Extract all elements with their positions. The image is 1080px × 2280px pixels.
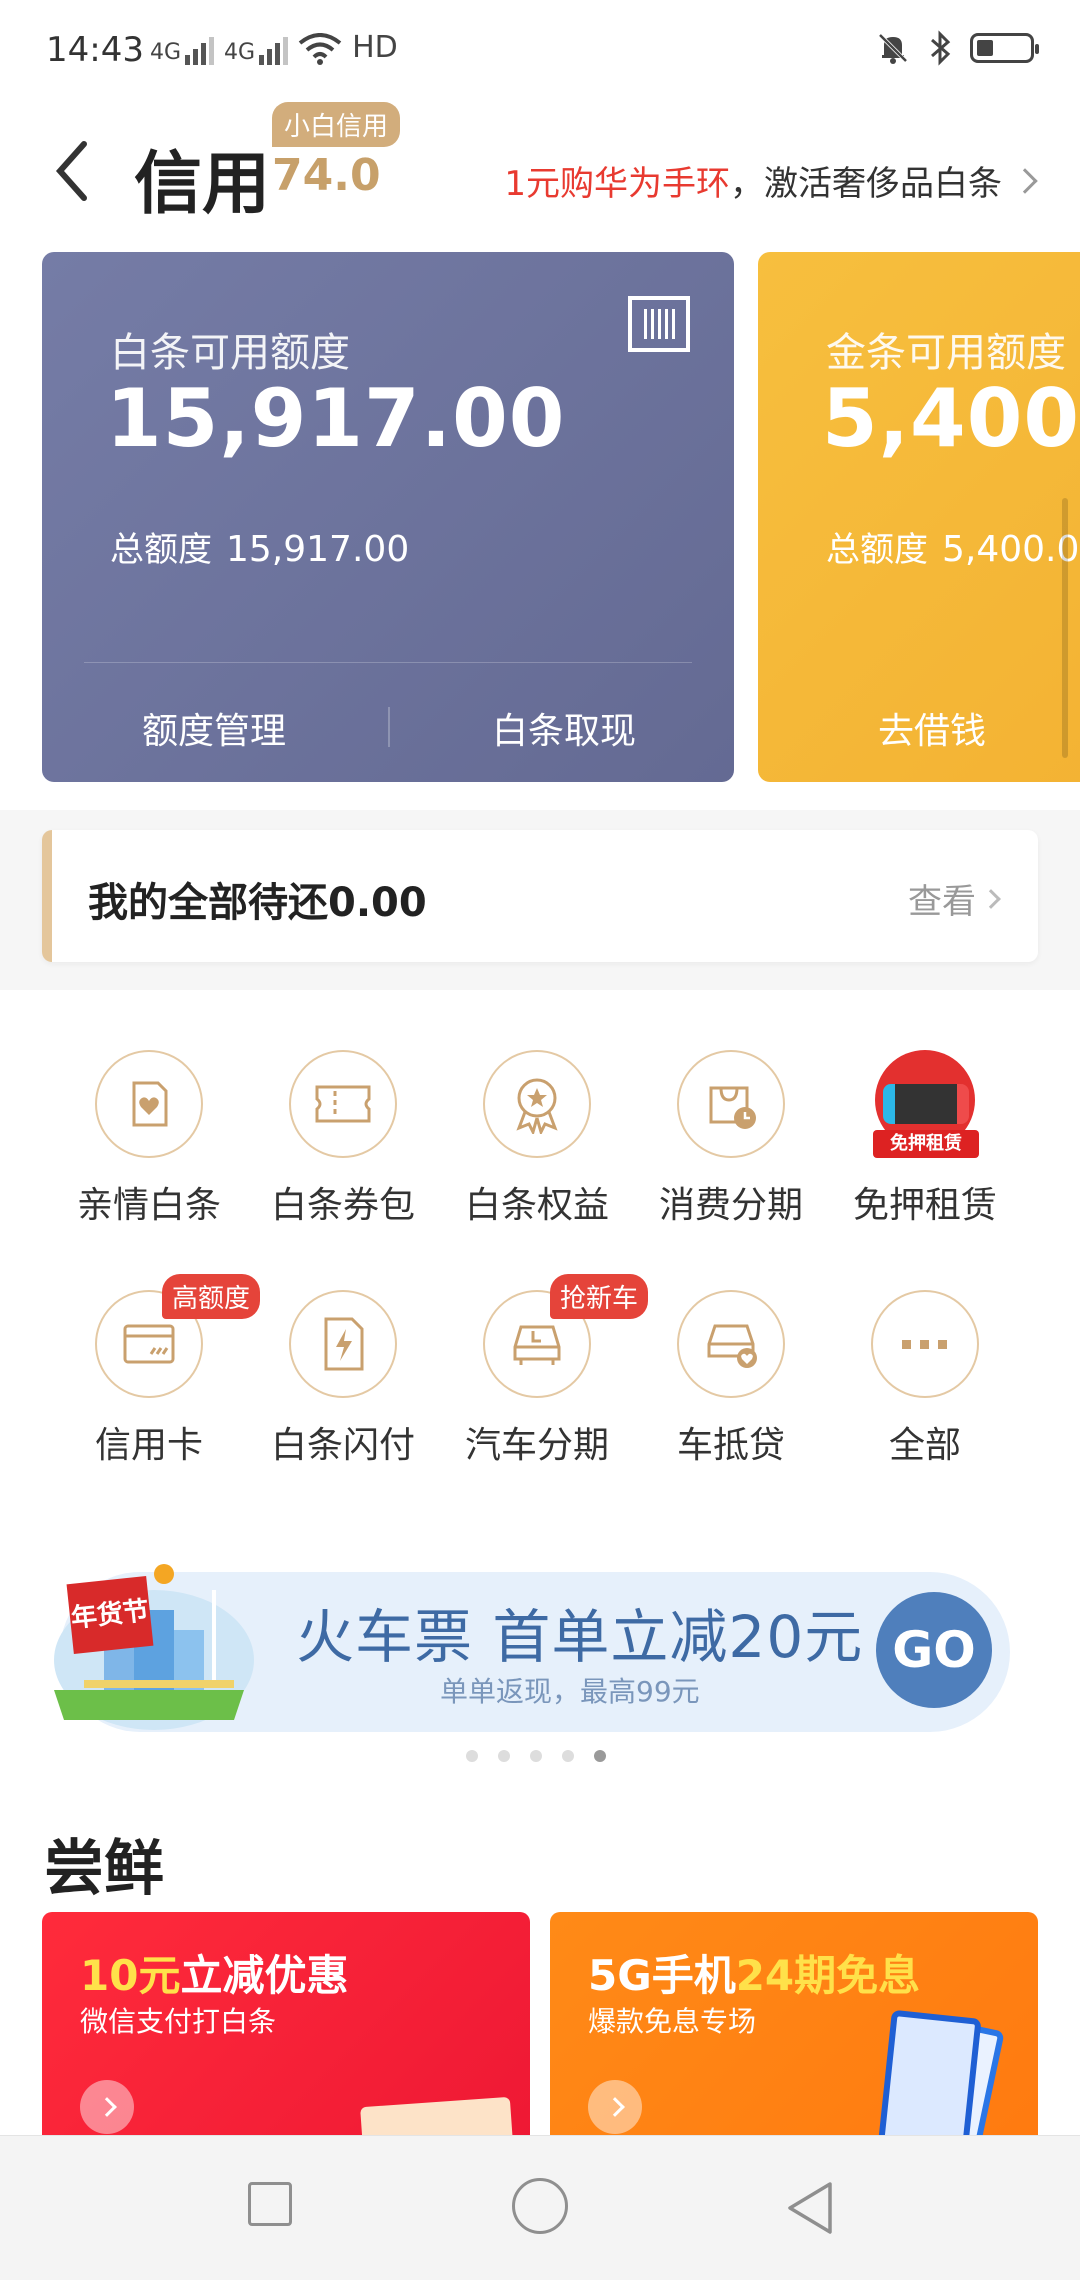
service-installments[interactable]: 消费分期 [634, 1050, 828, 1228]
chevron-right-icon [1012, 167, 1038, 194]
back-arrow-icon[interactable] [44, 136, 104, 206]
baitiao-available-label: 白条可用额度 [110, 330, 350, 376]
carousel-dot[interactable] [498, 1750, 510, 1762]
quota-management-button[interactable]: 额度管理 [142, 702, 286, 754]
status-time: 14:43 [46, 30, 144, 70]
baitiao-total: 总额度 15,917.00 [110, 522, 409, 571]
view-link[interactable]: 查看 [908, 874, 1001, 923]
promo-card-subtitle: 微信支付打白条 [80, 2005, 277, 2038]
promo-card-5g-phone[interactable]: 5G手机24期免息 爆款免息专场 [550, 1912, 1038, 2152]
status-right [876, 30, 1039, 66]
jintiao-total: 总额度 5,400.00 [826, 522, 1080, 571]
service-flash-pay[interactable]: 白条闪付 [246, 1290, 440, 1468]
service-car-installments[interactable]: 抢新车 汽车分期 [440, 1274, 649, 1468]
credit-score[interactable]: 74.0 [272, 150, 381, 201]
promo-highlight: 1元购华为手环 [504, 164, 730, 204]
jintiao-available-label: 金条可用额度 [826, 330, 1066, 376]
banner-title: 火车票 首单立减20元 [296, 1603, 864, 1671]
medal-icon [483, 1050, 591, 1158]
service-deposit-free-rental[interactable]: 免押租赁 免押租赁 [828, 1050, 1022, 1228]
chevron-right-icon [605, 2097, 625, 2117]
pending-repayment-bar[interactable]: 我的全部待还0.00 查看 [42, 830, 1038, 962]
chevron-right-icon [981, 888, 1001, 909]
jintiao-available-amount: 5,400.00 [822, 372, 1080, 465]
new-year-festival-tag: 年货节 [66, 1576, 154, 1654]
promo-card-title: 5G手机24期免息 [588, 1951, 921, 2000]
cash-withdraw-button[interactable]: 白条取现 [492, 702, 636, 754]
promo-card-subtitle: 爆款免息专场 [588, 2005, 757, 2038]
banner-subtitle: 单单返现，最高99元 [440, 1675, 700, 1708]
hd-indicator: HD [352, 30, 398, 65]
back-triangle-icon[interactable] [784, 2180, 838, 2236]
bag-clock-icon [677, 1050, 785, 1158]
pending-repayment-text: 我的全部待还0.00 [88, 880, 427, 926]
borrow-button[interactable]: 去借钱 [878, 702, 986, 754]
taste-section: 尝鲜 10元立减优惠 微信支付打白条 5G手机24期免息 爆款免息专场 [0, 1790, 1080, 2152]
train-ticket-banner[interactable]: 年货节 火车票 首单立减20元 单单返现，最高99元 GO [0, 1520, 1080, 1790]
page-title: 信用 [134, 145, 271, 224]
page-header: 信用 小白信用 74.0 1元购华为手环，激活奢侈品白条 [0, 102, 1080, 240]
banner-go-button[interactable]: GO [876, 1592, 992, 1708]
service-coupon-pack[interactable]: 白条券包 [246, 1050, 440, 1228]
system-navigation-bar [0, 2135, 1080, 2280]
total-label: 总额度 [110, 530, 212, 570]
signal-2: 4G [224, 35, 289, 65]
promo-link[interactable]: 1元购华为手环，激活奢侈品白条 [504, 156, 1038, 205]
service-all[interactable]: 全部 [828, 1290, 1022, 1468]
card-button-separator [388, 707, 390, 747]
signal-1: 4G [150, 35, 215, 65]
carousel-dot[interactable] [562, 1750, 574, 1762]
service-benefits[interactable]: 白条权益 [440, 1050, 634, 1228]
promo-card-arrow-button[interactable] [80, 2080, 134, 2134]
services-grid: 亲情白条 白条券包 白条权益 消费分期 免押租赁 免押租赁 高额度 信用卡 白条… [0, 990, 1080, 1520]
carousel-dots [466, 1750, 606, 1762]
home-icon[interactable] [512, 2178, 568, 2234]
more-icon [871, 1290, 979, 1398]
carousel-scroll-indicator [1062, 498, 1068, 758]
heart-card-icon [95, 1050, 203, 1158]
car-heart-icon [677, 1290, 785, 1398]
signal-bars-icon [185, 35, 215, 65]
console-rental-icon: 免押租赁 [867, 1050, 983, 1158]
promo-card-wechat-pay[interactable]: 10元立减优惠 微信支付打白条 [42, 1912, 530, 2152]
carousel-dot[interactable] [466, 1750, 478, 1762]
baitiao-available-amount: 15,917.00 [106, 372, 566, 465]
recent-apps-icon[interactable] [248, 2182, 292, 2226]
service-credit-card[interactable]: 高额度 信用卡 [52, 1274, 261, 1468]
promo-card-title: 10元立减优惠 [80, 1951, 349, 2000]
bluetooth-icon [931, 30, 951, 66]
promo-card-arrow-button[interactable] [588, 2080, 642, 2134]
signal-bars-icon [259, 35, 289, 65]
status-bar: 14:43 4G 4G HD [0, 0, 1080, 110]
phone-illustration [876, 2009, 982, 2152]
battery-icon [970, 33, 1039, 63]
barcode-icon[interactable] [628, 296, 690, 352]
card-divider [84, 662, 692, 663]
promo-text: ，激活奢侈品白条 [730, 164, 1002, 204]
credit-score-badge: 小白信用 [272, 102, 401, 147]
ticket-icon [289, 1050, 397, 1158]
chevron-right-icon [97, 2097, 117, 2117]
total-label: 总额度 [826, 530, 928, 570]
baitiao-card[interactable]: 白条可用额度 15,917.00 总额度 15,917.00 额度管理 白条取现 [42, 252, 734, 782]
carousel-dot[interactable] [530, 1750, 542, 1762]
service-car-mortgage-loan[interactable]: 车抵贷 [634, 1290, 828, 1468]
total-value: 5,400.00 [942, 529, 1080, 570]
network-indicators: 4G 4G HD [150, 30, 398, 65]
credit-cards-carousel[interactable]: 白条可用额度 15,917.00 总额度 15,917.00 额度管理 白条取现… [0, 240, 1080, 810]
total-value: 15,917.00 [226, 529, 410, 570]
service-family-baitiao[interactable]: 亲情白条 [52, 1050, 246, 1228]
jintiao-card[interactable]: 金条可用额度 5,400.00 总额度 5,400.00 去借钱 [758, 252, 1080, 782]
flash-pay-icon [289, 1290, 397, 1398]
section-title: 尝鲜 [44, 1834, 164, 1904]
carousel-dot-active[interactable] [594, 1750, 606, 1762]
wifi-icon [298, 33, 342, 65]
mute-icon [878, 33, 908, 64]
